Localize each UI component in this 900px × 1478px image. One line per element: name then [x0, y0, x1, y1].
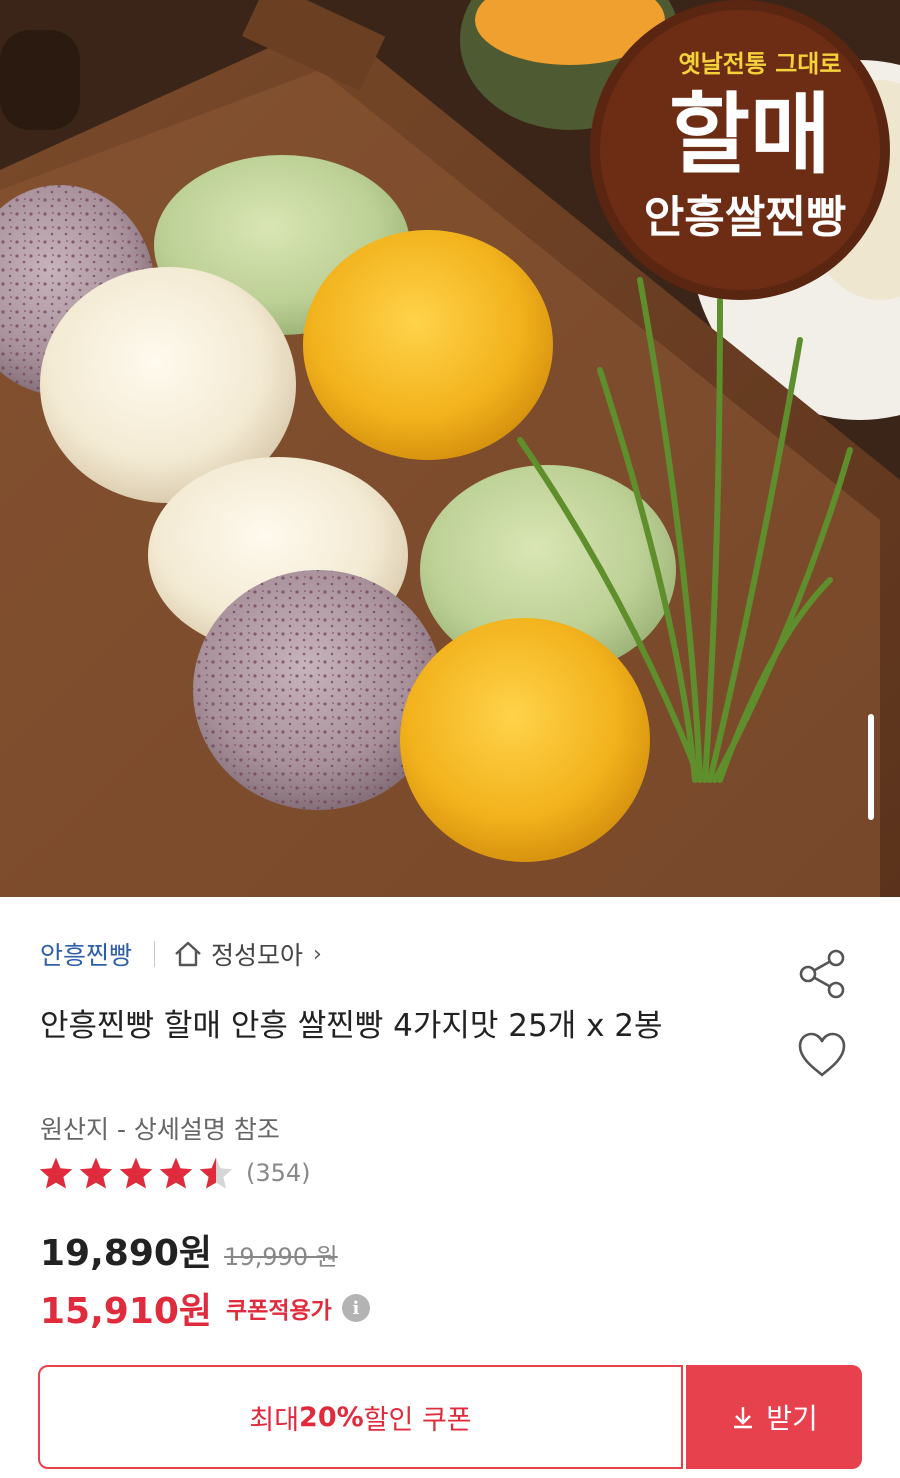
heart-icon[interactable] [796, 1030, 848, 1080]
coupon-price-label: 쿠폰적용가 [226, 1298, 332, 1324]
origin-info: 원산지 - 상세설명 참조 [40, 1115, 280, 1144]
review-count: (354) [246, 1159, 311, 1187]
sale-price: 19,890원 [40, 1233, 213, 1274]
product-photo: 옛날전통 그대로 할매 안흥쌀찐빵 [0, 0, 900, 897]
coupon-banner[interactable]: 최대 20% 할인 쿠폰 [38, 1365, 683, 1469]
star-icon [39, 1157, 73, 1189]
price-row: 19,890원 19,990 원 [40, 1224, 338, 1276]
download-icon [734, 1407, 753, 1429]
seller-row: 안흥찐빵 정성모아 › [40, 934, 322, 974]
home-icon [175, 941, 201, 967]
info-icon[interactable]: i [341, 1294, 370, 1322]
brand-link[interactable]: 안흥찐빵 [40, 936, 132, 972]
chevron-right-icon: › [313, 941, 322, 967]
logo-sub-text: 안흥쌀찐빵 [644, 192, 846, 243]
half-star-icon [199, 1157, 233, 1189]
star-icon [119, 1157, 153, 1189]
original-price: 19,990 원 [224, 1243, 338, 1271]
coupon-button-label: 받기 [766, 1402, 818, 1435]
logo-main-text: 할매 [669, 83, 831, 186]
coupon-download-button[interactable]: 받기 [686, 1365, 862, 1469]
star-icon [79, 1157, 113, 1189]
coupon-price: 15,910원 [40, 1291, 213, 1332]
rating[interactable]: (354) [38, 1156, 311, 1190]
coupon-discount: 20% [299, 1401, 364, 1433]
store-name: 정성모아 [211, 941, 304, 970]
coupon-text-prefix: 최대 [249, 1404, 300, 1436]
coupon-text-suffix: 할인 쿠폰 [363, 1404, 472, 1436]
product-title: 안흥찐빵 할매 안흥 쌀찐빵 4가지맛 25개 x 2봉 [40, 1008, 663, 1044]
product-image[interactable]: 옛날전통 그대로 할매 안흥쌀찐빵 [0, 0, 900, 897]
divider [154, 941, 156, 967]
coupon-price-row: 15,910원 쿠폰적용가 i [40, 1282, 370, 1334]
logo-small-text: 옛날전통 그대로 [679, 50, 842, 78]
image-scroll-indicator [868, 714, 874, 820]
star-icon [159, 1157, 193, 1189]
share-icon[interactable] [796, 948, 848, 1000]
store-link[interactable]: 정성모아 › [173, 936, 322, 972]
